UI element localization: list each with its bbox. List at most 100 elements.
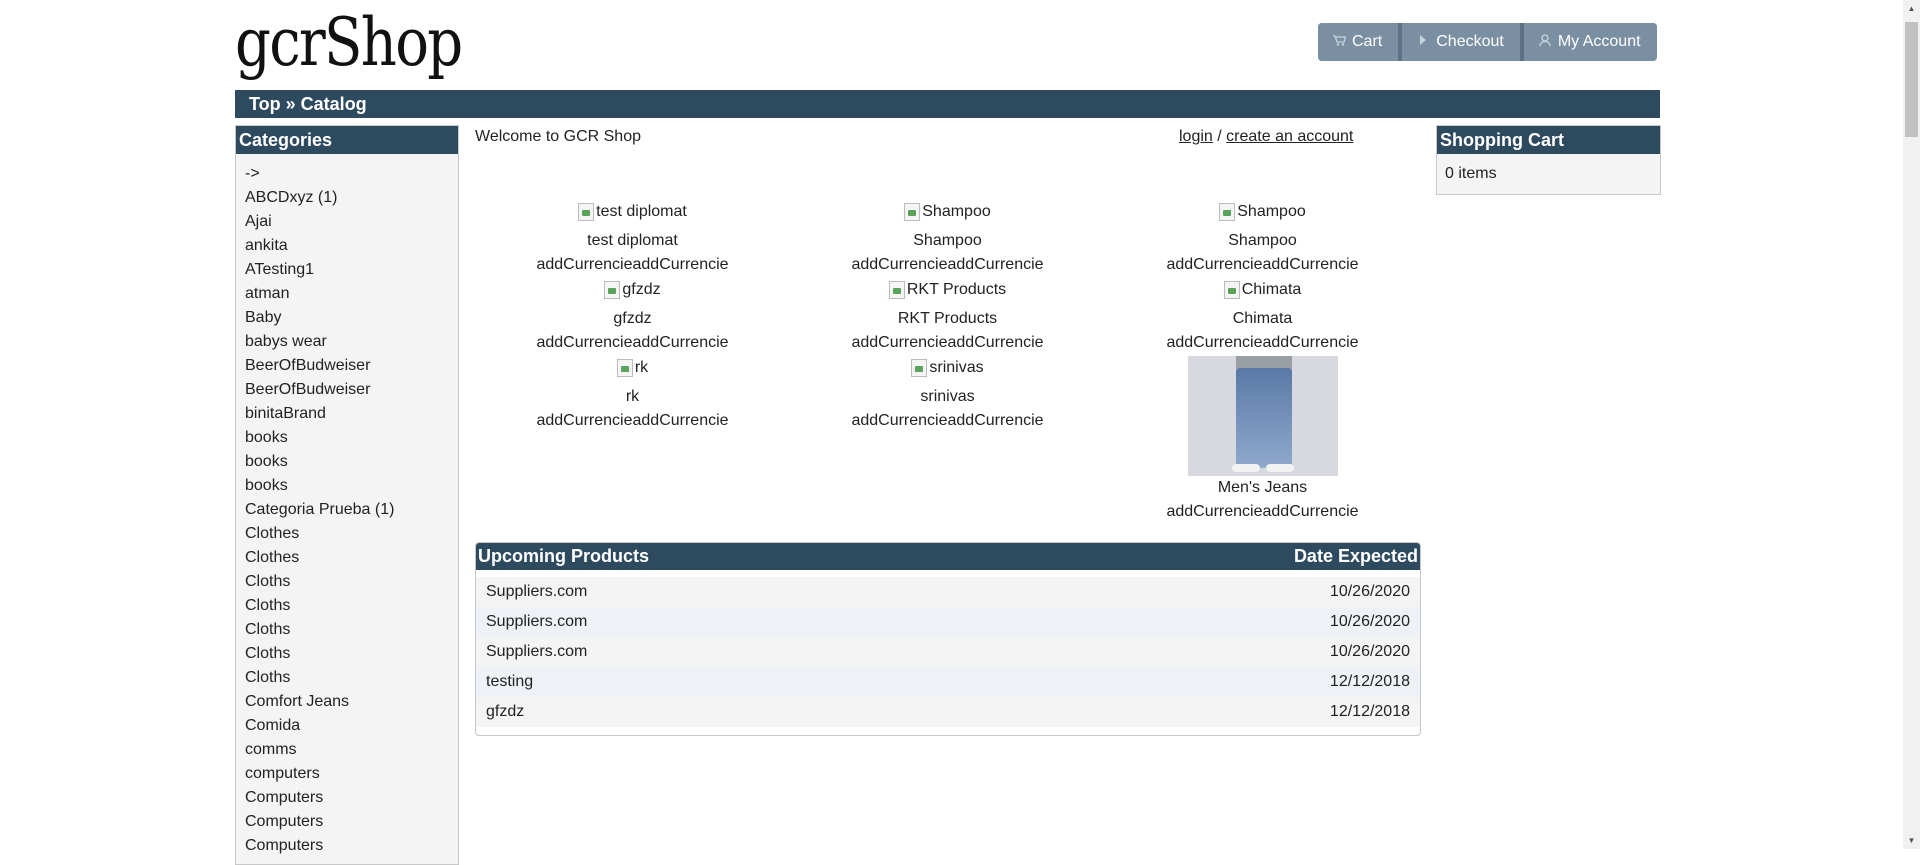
product-image[interactable]: Chimata xyxy=(1223,278,1302,302)
product-image[interactable]: srinivas xyxy=(911,356,984,380)
product-card: gfzdz gfzdz addCurrencieaddCurrencie xyxy=(475,278,790,355)
category-item[interactable]: babys wear xyxy=(245,330,458,354)
category-item[interactable]: BeerOfBudweiser xyxy=(245,378,458,402)
vertical-scrollbar[interactable]: ▲ ▼ xyxy=(1903,0,1920,849)
table-row: gfzdz 12/12/2018 xyxy=(476,697,1420,727)
breadcrumb-current[interactable]: Catalog xyxy=(301,94,367,114)
upcoming-product-name[interactable]: testing xyxy=(486,667,533,697)
jeans-right-leg-shape xyxy=(1261,368,1292,468)
category-item[interactable]: Cloths xyxy=(245,594,458,618)
product-price: addCurrencieaddCurrencie xyxy=(851,334,1044,351)
category-item[interactable]: Baby xyxy=(245,306,458,330)
shopping-cart-title[interactable]: Shopping Cart xyxy=(1437,126,1660,154)
jeans-product-image[interactable] xyxy=(1187,356,1338,476)
product-name[interactable]: test diplomat xyxy=(475,229,790,253)
breadcrumb: Top » Catalog xyxy=(235,90,1660,118)
category-item[interactable]: Cloths xyxy=(245,642,458,666)
product-card: srinivas srinivas addCurrencieaddCurrenc… xyxy=(790,356,1105,433)
my-account-button-label: My Account xyxy=(1557,33,1641,50)
checkout-button[interactable]: Checkout xyxy=(1402,23,1524,61)
table-row: testing 12/12/2018 xyxy=(476,667,1420,697)
date-expected-header: Date Expected xyxy=(1293,546,1418,566)
scroll-up-arrow-icon[interactable]: ▲ xyxy=(1903,0,1920,17)
upcoming-date: 10/26/2020 xyxy=(1329,643,1410,660)
product-name[interactable]: srinivas xyxy=(790,385,1105,409)
category-item[interactable]: Clothes xyxy=(245,522,458,546)
category-item[interactable]: books xyxy=(245,450,458,474)
cart-icon xyxy=(1332,33,1347,52)
scrollbar-thumb[interactable] xyxy=(1905,22,1918,137)
product-image-alt: test diplomat xyxy=(596,203,687,220)
scroll-down-arrow-icon[interactable]: ▼ xyxy=(1903,832,1920,849)
category-item[interactable]: Computers xyxy=(245,786,458,810)
category-item[interactable]: Cloths xyxy=(245,618,458,642)
product-name[interactable]: Shampoo xyxy=(790,229,1105,253)
category-item[interactable]: Clothes xyxy=(245,546,458,570)
upcoming-product-name[interactable]: Suppliers.com xyxy=(486,577,587,607)
login-link[interactable]: login xyxy=(1179,128,1213,145)
triangle-right-icon xyxy=(1416,33,1430,52)
upcoming-date: 12/12/2018 xyxy=(1329,673,1410,690)
categories-box: Categories -> ABCDxyz (1) Ajai ankita ATesti… xyxy=(235,125,459,865)
category-item[interactable]: Ajai xyxy=(245,210,458,234)
my-account-button[interactable]: My Account xyxy=(1523,23,1657,61)
category-item[interactable]: atman xyxy=(245,282,458,306)
create-account-link[interactable]: create an account xyxy=(1226,128,1353,145)
category-item[interactable]: BeerOfBudweiser xyxy=(245,354,458,378)
product-price: addCurrencieaddCurrencie xyxy=(1166,334,1359,351)
product-price: addCurrencieaddCurrencie xyxy=(851,412,1044,429)
header-nav: Cart Checkout My Account xyxy=(1318,23,1657,61)
breadcrumb-top[interactable]: Top xyxy=(249,94,281,114)
category-item[interactable]: ABCDxyz (1) xyxy=(245,186,458,210)
category-item[interactable]: Comfort Jeans xyxy=(245,690,458,714)
product-name[interactable]: Chimata xyxy=(1105,307,1420,331)
cart-button-label: Cart xyxy=(1352,33,1383,50)
product-image[interactable]: RKT Products xyxy=(888,278,1006,302)
category-item[interactable]: Categoria Prueba (1) xyxy=(245,498,458,522)
product-name[interactable]: Men's Jeans xyxy=(1105,476,1420,500)
upcoming-product-name[interactable]: Suppliers.com xyxy=(486,607,587,637)
site-logo[interactable]: gcrShop xyxy=(235,4,463,81)
upcoming-products-table: Upcoming Products Date Expected Supplier… xyxy=(475,542,1421,736)
category-item[interactable]: Cloths xyxy=(245,570,458,594)
category-item[interactable]: Computers xyxy=(245,810,458,834)
category-item[interactable]: binitaBrand xyxy=(245,402,458,426)
product-card: test diplomat test diplomat addCurrencie… xyxy=(475,200,790,277)
category-item[interactable]: -> xyxy=(245,162,458,186)
upcoming-header: Upcoming Products Date Expected xyxy=(476,543,1420,570)
product-name[interactable]: Shampoo xyxy=(1105,229,1420,253)
category-item[interactable]: computers xyxy=(245,762,458,786)
product-image[interactable]: gfzdz xyxy=(604,278,661,302)
upcoming-product-name[interactable]: Suppliers.com xyxy=(486,637,587,667)
welcome-text: Welcome to GCR Shop xyxy=(475,128,641,145)
category-item[interactable]: books xyxy=(245,426,458,450)
product-image[interactable]: Shampoo xyxy=(1219,200,1306,224)
broken-image-icon xyxy=(578,203,595,221)
category-item[interactable]: Computers xyxy=(245,834,458,858)
product-image[interactable]: rk xyxy=(616,356,648,380)
category-item[interactable]: books xyxy=(245,474,458,498)
category-item[interactable]: ankita xyxy=(245,234,458,258)
product-name[interactable]: rk xyxy=(475,385,790,409)
category-item[interactable]: Cloths xyxy=(245,666,458,690)
table-row: Suppliers.com 10/26/2020 xyxy=(476,607,1420,637)
product-price: addCurrencieaddCurrencie xyxy=(1166,503,1359,520)
product-name[interactable]: RKT Products xyxy=(790,307,1105,331)
table-row: Suppliers.com 10/26/2020 xyxy=(476,577,1420,607)
upcoming-product-name[interactable]: gfzdz xyxy=(486,697,524,727)
upcoming-rows: Suppliers.com 10/26/2020 Suppliers.com 10/… xyxy=(476,570,1420,735)
product-image-alt: Shampoo xyxy=(922,203,991,220)
breadcrumb-separator: » xyxy=(280,94,301,114)
product-image[interactable]: Shampoo xyxy=(904,200,991,224)
account-links: login / create an account xyxy=(1179,128,1353,146)
category-item[interactable]: comms xyxy=(245,738,458,762)
product-image[interactable]: test diplomat xyxy=(578,200,687,224)
category-item[interactable]: ATesting1 xyxy=(245,258,458,282)
product-image-alt: Chimata xyxy=(1241,281,1302,298)
broken-image-icon xyxy=(904,203,921,221)
category-item[interactable]: Comida xyxy=(245,714,458,738)
product-name[interactable]: gfzdz xyxy=(475,307,790,331)
product-price: addCurrencieaddCurrencie xyxy=(536,334,729,351)
categories-title: Categories xyxy=(236,126,458,154)
cart-button[interactable]: Cart xyxy=(1318,23,1403,61)
